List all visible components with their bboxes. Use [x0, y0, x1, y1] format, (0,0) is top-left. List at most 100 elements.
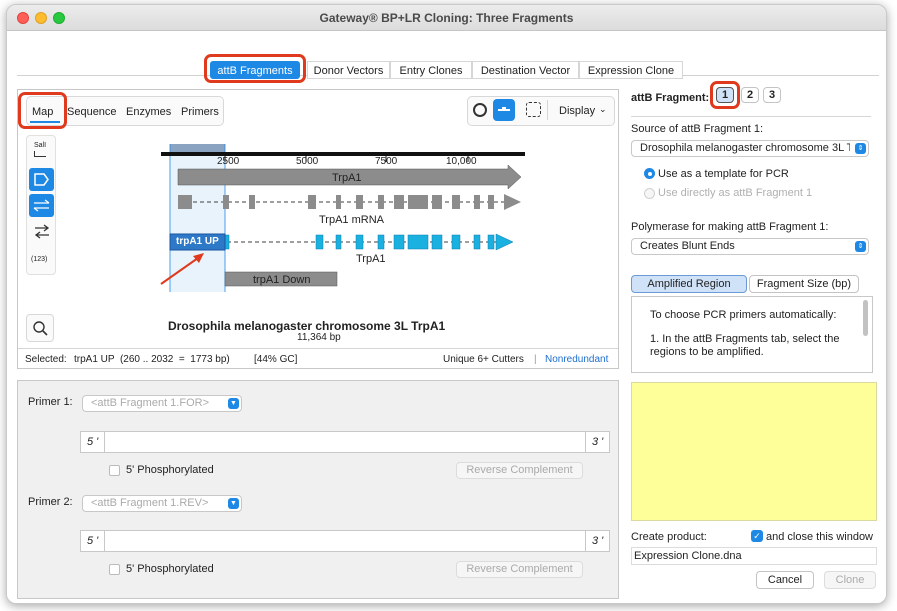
help-item1: 1. In the attB Fragments tab, select the…	[650, 333, 840, 358]
mrna-label: TrpA1 mRNA	[319, 214, 384, 226]
product-name-field[interactable]: Expression Clone.dna	[631, 547, 877, 565]
primer1-five-prime: 5 '	[87, 436, 99, 448]
chevron-updown-icon: ⇕	[855, 241, 866, 252]
cds-exon	[393, 234, 405, 250]
mrna-exon	[356, 195, 363, 209]
fragment-2-button[interactable]: 2	[741, 87, 759, 103]
tab-destination-vector[interactable]: Destination Vector	[472, 61, 579, 79]
mrna-exon	[488, 195, 494, 209]
primer1-reverse-complement-button[interactable]: Reverse Complement	[456, 462, 583, 479]
mrna-exon	[474, 195, 480, 209]
mrna-end-arrow	[504, 194, 521, 210]
cds-exon	[335, 234, 342, 250]
primer2-phosphorylated-checkbox[interactable]	[109, 564, 120, 575]
gc-content: [44% GC]	[254, 354, 298, 365]
tab-attb-fragments[interactable]: attB Fragments	[210, 61, 300, 79]
primer1-sequence-field[interactable]	[80, 431, 610, 453]
primer1-phosphorylated-checkbox[interactable]	[109, 465, 120, 476]
cds-exon	[473, 234, 481, 250]
cds-end-arrow	[495, 233, 514, 251]
notes-area[interactable]	[631, 382, 877, 521]
mrna-exon	[394, 195, 404, 209]
tab-entry-clones[interactable]: Entry Clones	[390, 61, 472, 79]
field-divider	[104, 431, 105, 453]
fragment-label: attB Fragment:	[631, 92, 710, 104]
nonredundant-link[interactable]: Nonredundant	[545, 354, 608, 365]
mrna-exon	[336, 195, 341, 209]
help-line1: To choose PCR primers automatically:	[650, 309, 837, 321]
sequence-map[interactable]	[18, 90, 618, 320]
ruler-label-10000: 10,000	[446, 156, 477, 167]
mrna-exon	[408, 195, 428, 209]
tab-amplified-region[interactable]: Amplified Region	[631, 275, 747, 293]
radio-direct-button[interactable]	[644, 188, 655, 199]
tab-donor-vectors[interactable]: Donor Vectors	[307, 61, 390, 79]
primer1-select[interactable]: <attB Fragment 1.FOR> ▼	[82, 395, 242, 412]
source-select[interactable]: Drosophila melanogaster chromosome 3L Tr…	[631, 140, 869, 157]
primer2-three-prime: 3 '	[592, 535, 604, 547]
window-content: attB Fragments Donor Vectors Entry Clone…	[7, 31, 886, 603]
cds-label: TrpA1	[356, 253, 386, 265]
selected-region-label[interactable]: trpA1 UP	[176, 236, 219, 247]
clone-button[interactable]: Clone	[824, 571, 876, 589]
selected-value: trpA1 UP (260 .. 2032 = 1773 bp)	[74, 354, 230, 365]
primer2-sequence-field[interactable]	[80, 530, 610, 552]
chevron-updown-icon: ⇕	[855, 143, 866, 154]
ruler-label-7500: 7500	[375, 156, 398, 167]
cds-exon	[451, 234, 461, 250]
cds-exon	[431, 234, 443, 250]
primer1-value: <attB Fragment 1.FOR>	[91, 397, 209, 409]
chevron-down-icon: ▼	[228, 398, 239, 409]
polymerase-select[interactable]: Creates Blunt Ends ⇕	[631, 238, 869, 255]
mrna-exon	[432, 195, 442, 209]
primer2-label: Primer 2:	[28, 496, 73, 508]
source-value: Drosophila melanogaster chromosome 3L Tr…	[640, 142, 850, 154]
cds-exon	[377, 234, 385, 250]
mrna-exon	[452, 195, 460, 209]
field-divider	[585, 530, 586, 552]
ruler-label-5000: 5000	[296, 156, 319, 167]
close-window-label: and close this window	[766, 531, 874, 543]
primer1-label: Primer 1:	[28, 396, 73, 408]
primer1-three-prime: 3 '	[592, 436, 604, 448]
source-label: Source of attB Fragment 1:	[631, 123, 764, 135]
cloning-window: Gateway® BP+LR Cloning: Three Fragments …	[6, 4, 887, 604]
mrna-exon	[249, 195, 255, 209]
chevron-down-icon: ▼	[228, 498, 239, 509]
mrna-exon	[178, 195, 192, 209]
radio-template-button[interactable]	[644, 168, 655, 179]
status-divider	[18, 348, 618, 349]
cancel-button[interactable]: Cancel	[756, 571, 814, 589]
down-region-label[interactable]: trpA1 Down	[253, 274, 310, 286]
cds-exon	[407, 234, 429, 250]
polymerase-value: Creates Blunt Ends	[640, 240, 735, 252]
status-separator: |	[534, 354, 537, 365]
radio-template-label: Use as a template for PCR	[658, 168, 789, 180]
help-text-box: To choose PCR primers automatically: 1. …	[631, 296, 873, 373]
help-scrollbar[interactable]	[863, 300, 868, 336]
mrna-exon	[223, 195, 229, 209]
primer2-select[interactable]: <attB Fragment 1.REV> ▼	[82, 495, 242, 512]
cutters-filter[interactable]: Unique 6+ Cutters	[443, 354, 524, 365]
field-divider	[104, 530, 105, 552]
create-product-label: Create product:	[631, 531, 707, 543]
fragment-3-button[interactable]: 3	[763, 87, 781, 103]
field-divider	[585, 431, 586, 453]
selected-label: Selected:	[25, 354, 67, 365]
gene-label: TrpA1	[332, 172, 362, 184]
tab-expression-clone[interactable]: Expression Clone	[579, 61, 683, 79]
tab-fragment-size[interactable]: Fragment Size (bp)	[749, 275, 859, 293]
polymerase-label: Polymerase for making attB Fragment 1:	[631, 221, 829, 233]
sequence-length: 11,364 bp	[297, 332, 341, 343]
cds-exon	[355, 234, 364, 250]
primer2-value: <attB Fragment 1.REV>	[91, 497, 209, 509]
ruler-label-2500: 2500	[217, 156, 240, 167]
primer2-five-prime: 5 '	[87, 535, 99, 547]
fragment-1-button[interactable]: 1	[716, 87, 734, 103]
cds-exon	[487, 234, 495, 250]
window-title: Gateway® BP+LR Cloning: Three Fragments	[319, 11, 574, 25]
cds-exon	[315, 234, 324, 250]
close-window-checkbox[interactable]: ✓	[751, 530, 763, 542]
primer2-reverse-complement-button[interactable]: Reverse Complement	[456, 561, 583, 578]
primer1-phosphorylated-label: 5' Phosphorylated	[126, 464, 214, 476]
